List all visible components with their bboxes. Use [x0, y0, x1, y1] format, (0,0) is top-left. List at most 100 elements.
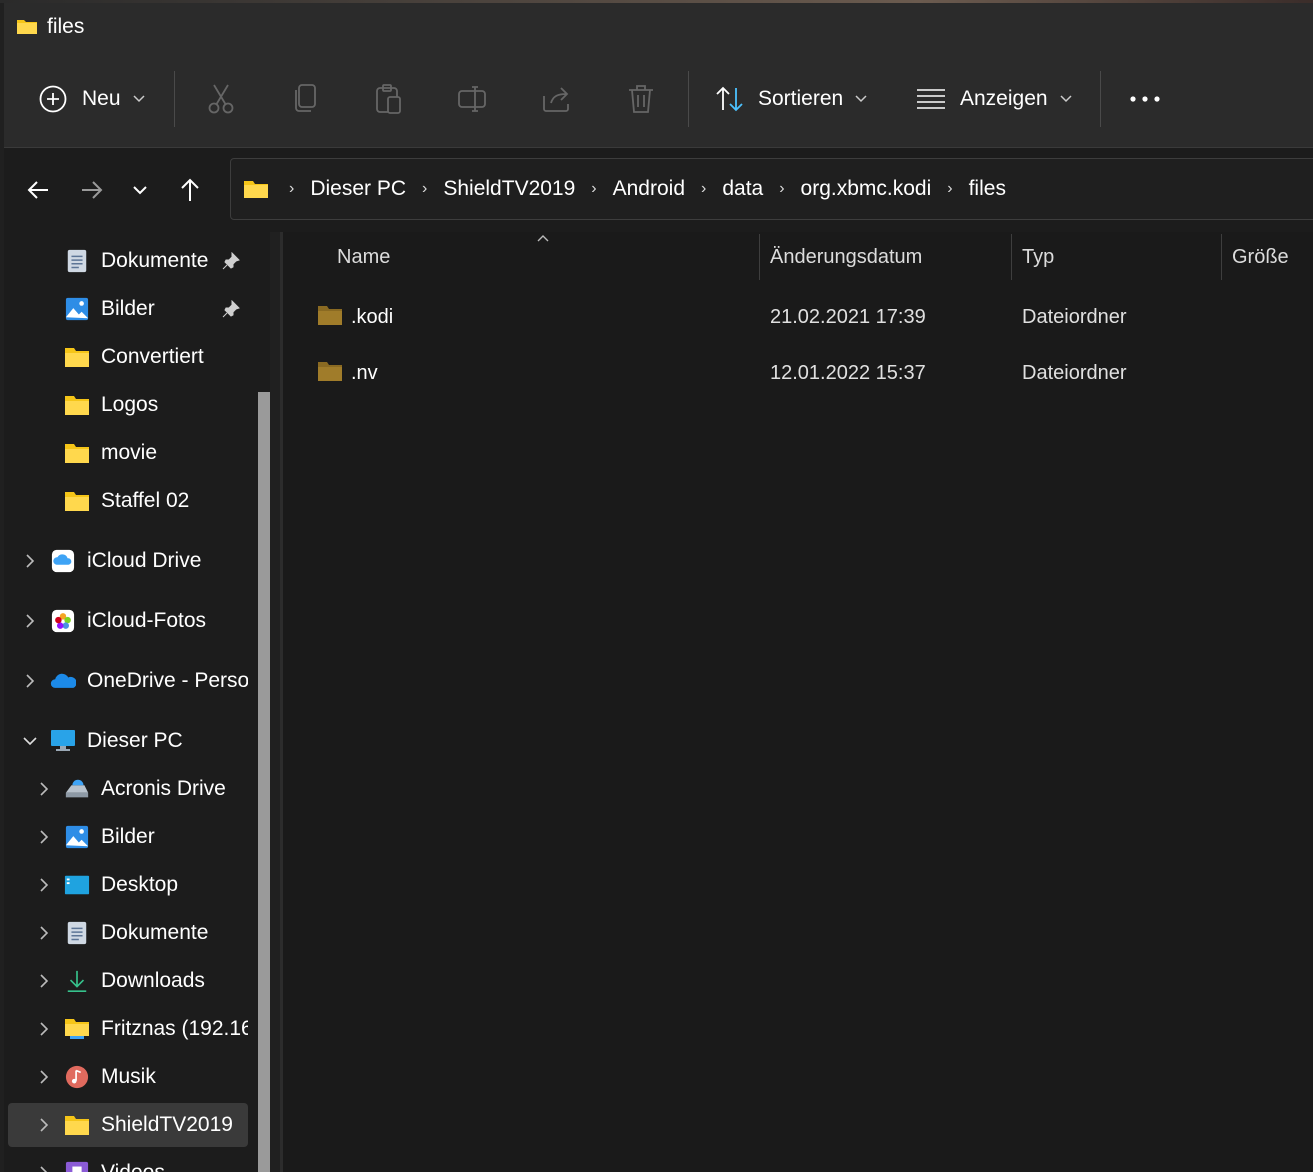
- cut-icon: [208, 84, 234, 114]
- breadcrumb-chevron-icon: ›: [779, 180, 785, 197]
- sidebar-item-label: Videos: [101, 1161, 165, 1172]
- cut-button[interactable]: [204, 51, 238, 147]
- chevron-down-icon[interactable]: [20, 731, 40, 751]
- forward-button[interactable]: [74, 172, 110, 208]
- folder-icon: [65, 492, 89, 511]
- pin-icon: [222, 300, 240, 318]
- title-bar[interactable]: files: [4, 3, 1313, 51]
- column-header-size[interactable]: Größe: [1232, 246, 1289, 269]
- onedrive-icon: [50, 673, 76, 688]
- table-row[interactable]: .nv 12.01.2022 15:37 Dateiordner: [303, 350, 1313, 398]
- sidebar-item-movie[interactable]: movie: [8, 431, 248, 475]
- chevron-right-icon[interactable]: [34, 1163, 54, 1172]
- chevron-right-icon[interactable]: [34, 1115, 54, 1135]
- address-bar[interactable]: › Dieser PC › ShieldTV2019 › Android › d…: [230, 158, 1313, 220]
- back-button[interactable]: [20, 172, 56, 208]
- breadcrumb-item-android[interactable]: Android: [613, 177, 685, 201]
- chevron-right-icon[interactable]: [20, 671, 40, 691]
- column-header-date[interactable]: Änderungsdatum: [770, 246, 922, 269]
- folder-icon: [244, 181, 268, 198]
- videos-icon: [65, 1161, 89, 1172]
- sidebar-item-acronis-drive[interactable]: Acronis Drive: [8, 767, 248, 811]
- sidebar-item-dokumente[interactable]: Dokumente: [8, 911, 248, 955]
- chevron-right-icon[interactable]: [20, 551, 40, 571]
- sidebar-item-label: Dokumente: [101, 249, 209, 272]
- sidebar-item-label: iCloud Drive: [87, 549, 202, 572]
- sidebar-item-shieldtv2019[interactable]: ShieldTV2019: [8, 1103, 248, 1147]
- column-separator[interactable]: [759, 234, 760, 280]
- explorer-window: files Neu Sortieren Anzeigen › Dieser PC…: [0, 0, 1313, 1172]
- sidebar-item-onedrive[interactable]: OneDrive - Persor: [8, 659, 248, 703]
- folder-icon: [65, 444, 89, 463]
- chevron-right-icon[interactable]: [34, 923, 54, 943]
- sidebar-item-bilder[interactable]: Bilder: [8, 815, 248, 859]
- sidebar-item-videos[interactable]: Videos: [8, 1151, 248, 1172]
- sidebar-item-bilder-pinned[interactable]: Bilder: [8, 287, 248, 331]
- chevron-right-icon[interactable]: [34, 875, 54, 895]
- documents-icon: [67, 249, 87, 273]
- view-list-icon: [917, 89, 945, 109]
- add-icon: [39, 85, 67, 113]
- navigation-pane: Dokumente Bilder Convertiert Logos movie…: [4, 232, 270, 1172]
- breadcrumb-chevron-icon: ›: [701, 180, 707, 197]
- view-button[interactable]: Anzeigen: [916, 51, 1072, 147]
- new-button[interactable]: Neu: [38, 51, 145, 147]
- file-type: Dateiordner: [1022, 306, 1127, 328]
- chevron-right-icon[interactable]: [34, 779, 54, 799]
- breadcrumb-item-shieldtv[interactable]: ShieldTV2019: [443, 177, 575, 201]
- chevron-down-icon: [133, 95, 145, 103]
- chevron-right-icon[interactable]: [34, 827, 54, 847]
- sidebar-scrollbar[interactable]: [258, 392, 270, 1172]
- recent-locations-button[interactable]: [122, 172, 158, 208]
- this-pc-icon: [51, 730, 75, 751]
- copy-icon: [295, 84, 316, 112]
- sidebar-item-staffel-02[interactable]: Staffel 02: [8, 479, 248, 523]
- breadcrumb-item-data[interactable]: data: [722, 177, 763, 201]
- sort-button-label: Sortieren: [758, 87, 844, 110]
- chevron-right-icon[interactable]: [34, 1019, 54, 1039]
- file-type: Dateiordner: [1022, 362, 1127, 384]
- toolbar-separator: [688, 71, 689, 127]
- column-header-name[interactable]: Name: [337, 246, 390, 269]
- paste-button[interactable]: [372, 51, 406, 147]
- sidebar-item-desktop[interactable]: Desktop: [8, 863, 248, 907]
- sidebar-item-icloud-fotos[interactable]: iCloud-Fotos: [8, 599, 248, 643]
- copy-button[interactable]: [288, 51, 322, 147]
- chevron-down-icon: [1060, 95, 1072, 103]
- sidebar-item-fritznas[interactable]: Fritznas (192.168: [8, 1007, 248, 1051]
- file-date: 12.01.2022 15:37: [770, 362, 926, 384]
- breadcrumb-item-this-pc[interactable]: Dieser PC: [310, 177, 406, 201]
- table-row[interactable]: .kodi 21.02.2021 17:39 Dateiordner: [303, 294, 1313, 342]
- chevron-right-icon[interactable]: [34, 1067, 54, 1087]
- sidebar-item-label: OneDrive - Persor: [87, 669, 248, 692]
- sidebar-item-label: Fritznas (192.168: [101, 1017, 248, 1040]
- sidebar-item-label: iCloud-Fotos: [87, 609, 207, 632]
- sort-button[interactable]: Sortieren: [714, 51, 867, 147]
- sidebar-item-icloud-drive[interactable]: iCloud Drive: [8, 539, 248, 583]
- more-options-button[interactable]: [1128, 51, 1162, 147]
- chevron-right-icon[interactable]: [20, 611, 40, 631]
- share-icon: [543, 87, 569, 112]
- breadcrumb-item-kodi[interactable]: org.xbmc.kodi: [801, 177, 932, 201]
- icloud-icon: [51, 549, 75, 573]
- sidebar-item-dokumente-pinned[interactable]: Dokumente: [8, 239, 248, 283]
- sidebar-item-musik[interactable]: Musik: [8, 1055, 248, 1099]
- column-header-type[interactable]: Typ: [1022, 246, 1054, 269]
- sidebar-item-convertiert[interactable]: Convertiert: [8, 335, 248, 379]
- column-separator[interactable]: [1221, 234, 1222, 280]
- rename-button[interactable]: [456, 51, 490, 147]
- column-separator[interactable]: [1011, 234, 1012, 280]
- delete-button[interactable]: [624, 51, 658, 147]
- folder-icon: [17, 20, 37, 34]
- chevron-down-icon: [855, 95, 867, 103]
- sidebar-item-dieser-pc[interactable]: Dieser PC: [8, 719, 248, 763]
- breadcrumb-item-files[interactable]: files: [969, 177, 1006, 201]
- chevron-right-icon[interactable]: [34, 971, 54, 991]
- breadcrumb-chevron-icon: ›: [289, 180, 295, 197]
- view-button-label: Anzeigen: [960, 87, 1048, 110]
- paste-icon: [376, 84, 401, 114]
- sidebar-item-downloads[interactable]: Downloads: [8, 959, 248, 1003]
- up-button[interactable]: [172, 172, 208, 208]
- share-button[interactable]: [540, 51, 574, 147]
- sidebar-item-logos[interactable]: Logos: [8, 383, 248, 427]
